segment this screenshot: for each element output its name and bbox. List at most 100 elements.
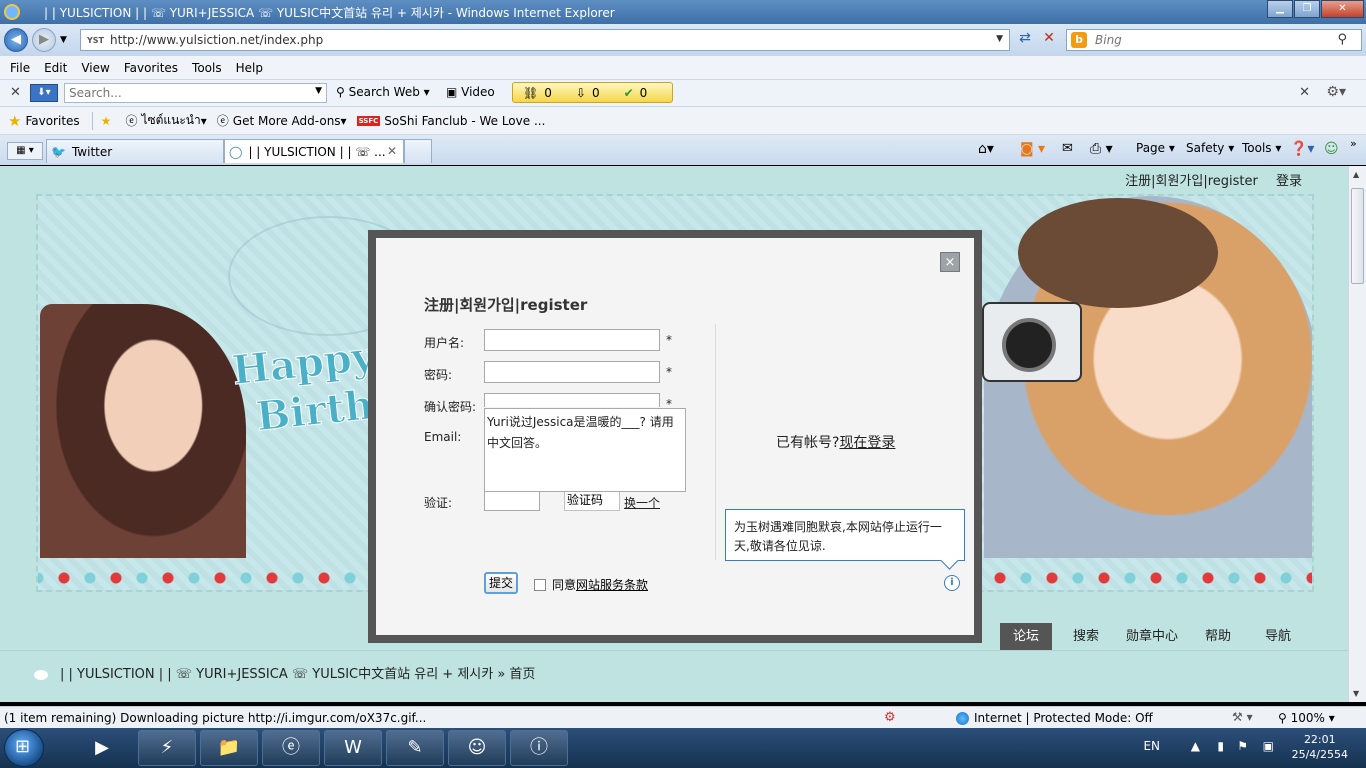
- mail-icon[interactable]: ✉: [1062, 141, 1073, 156]
- info-app-icon[interactable]: ⓘ: [510, 730, 568, 766]
- password-field[interactable]: [484, 361, 660, 383]
- login-link[interactable]: 登录: [1276, 174, 1302, 189]
- home-cloud-icon[interactable]: [34, 669, 48, 680]
- fav-item-soshi[interactable]: SSFC SoShi Fanclub - We Love ...: [356, 114, 545, 128]
- nav-help[interactable]: 帮助: [1192, 623, 1244, 650]
- minimize-button[interactable]: ▁: [1267, 0, 1293, 18]
- zoom-label: 100%: [1290, 711, 1325, 725]
- feeds-icon[interactable]: ◙ ▾: [1020, 141, 1045, 157]
- messenger-icon[interactable]: ☺: [1324, 141, 1339, 157]
- stop-button[interactable]: ✕: [1038, 30, 1060, 50]
- info-icon[interactable]: i: [944, 575, 960, 591]
- network-icon[interactable]: ▣: [1263, 739, 1274, 753]
- search-box[interactable]: b ⚲: [1066, 29, 1362, 51]
- page-scrollbar[interactable]: ▲ ▼: [1348, 166, 1366, 702]
- search-icon[interactable]: ⚲: [1337, 32, 1347, 47]
- terms-link[interactable]: 网站服务条款: [576, 576, 648, 593]
- fav-item-suggested[interactable]: ⓔ ไซต์แนะนำ ▾: [125, 111, 206, 130]
- breadcrumb-text[interactable]: | | YULSICTION | | ☏ YURI+JESSICA ☏ YULS…: [60, 667, 535, 682]
- menu-file[interactable]: File: [10, 61, 30, 75]
- tab-yulsiction[interactable]: ◯ | | YULSICTION | | ☏ ... ✕: [224, 139, 404, 163]
- clock[interactable]: 22:01 25/4/2554: [1292, 732, 1348, 762]
- users-icon[interactable]: ☺: [448, 730, 506, 766]
- toolbar-search-input[interactable]: [69, 86, 304, 100]
- bing-search-input[interactable]: [1095, 33, 1315, 47]
- scroll-down-icon[interactable]: ▼: [1353, 689, 1359, 698]
- security-zone[interactable]: Internet | Protected Mode: Off: [956, 711, 1153, 725]
- page-menu-button[interactable]: Page ▾: [1136, 141, 1175, 155]
- new-tab-button[interactable]: [404, 139, 432, 163]
- nav-forum[interactable]: 论坛: [1000, 623, 1052, 650]
- internet-explorer-icon[interactable]: ⓔ: [262, 730, 320, 766]
- word-icon[interactable]: W: [324, 730, 382, 766]
- submit-button[interactable]: 提交: [484, 572, 518, 594]
- password-input[interactable]: [485, 362, 659, 382]
- chevron-more-icon[interactable]: »: [1350, 137, 1357, 150]
- device-icon[interactable]: ▮: [1217, 739, 1224, 753]
- download-icon[interactable]: ⬇▾: [30, 84, 58, 102]
- toolbar-options-icon[interactable]: ⚙▾: [1326, 84, 1346, 100]
- close-toolbar-right-icon[interactable]: ✕: [1299, 85, 1310, 100]
- counter-checks[interactable]: ✔ 0: [624, 86, 648, 100]
- agree-checkbox[interactable]: [534, 578, 546, 591]
- scroll-thumb[interactable]: [1351, 188, 1364, 284]
- media-player-icon[interactable]: ▶: [72, 730, 132, 766]
- forward-button[interactable]: ▶: [32, 28, 56, 52]
- tools-menu-button[interactable]: Tools ▾: [1242, 141, 1281, 155]
- quick-tabs-button[interactable]: ▦ ▾: [7, 142, 43, 160]
- menu-help[interactable]: Help: [236, 61, 263, 75]
- winamp-task-icon[interactable]: ⚡: [138, 730, 196, 766]
- url-text[interactable]: http://www.yulsiction.net/index.php: [110, 33, 323, 47]
- close-window-button[interactable]: ✕: [1321, 0, 1364, 18]
- close-tab-icon[interactable]: ✕: [387, 144, 397, 158]
- confirm-password-input[interactable]: [485, 394, 659, 407]
- notes-icon[interactable]: ✎: [386, 730, 444, 766]
- explorer-folder-icon[interactable]: 📁: [200, 730, 258, 766]
- nav-search[interactable]: 搜索: [1060, 623, 1112, 650]
- zoom-control[interactable]: ⚲ 100% ▾: [1278, 711, 1335, 725]
- address-dropdown-icon[interactable]: ▼: [996, 34, 1003, 44]
- help-icon[interactable]: ❓▾: [1290, 141, 1314, 157]
- favorites-label[interactable]: Favorites: [25, 114, 79, 128]
- favorites-star-icon[interactable]: ★: [8, 112, 21, 130]
- username-input[interactable]: [485, 330, 659, 350]
- video-button[interactable]: ▣ Video: [446, 85, 495, 99]
- scroll-up-icon[interactable]: ▲: [1353, 170, 1359, 179]
- username-field[interactable]: [484, 329, 660, 351]
- search-web-button[interactable]: ⚲ Search Web ▾: [336, 85, 430, 99]
- maximize-button[interactable]: ❐: [1294, 0, 1320, 18]
- counter-links[interactable]: ⛓ 0: [523, 86, 552, 100]
- tab-twitter[interactable]: 🐦 Twitter: [46, 139, 224, 163]
- close-dialog-button[interactable]: ×: [940, 252, 960, 272]
- start-button[interactable]: [4, 729, 44, 767]
- toolbar-search[interactable]: ▼: [64, 83, 327, 103]
- back-button[interactable]: ◀: [4, 28, 28, 52]
- nav-medals[interactable]: 勋章中心: [1120, 623, 1184, 650]
- recent-pages-dropdown[interactable]: ▼: [60, 35, 67, 45]
- captcha-input[interactable]: [484, 489, 540, 511]
- nav-navigation[interactable]: 导航: [1252, 623, 1304, 650]
- address-bar[interactable]: YST http://www.yulsiction.net/index.php …: [80, 29, 1010, 51]
- safety-menu-button[interactable]: Safety ▾: [1186, 141, 1234, 155]
- show-hidden-icons-icon[interactable]: ▲: [1191, 739, 1200, 753]
- fav-item-addons[interactable]: ⓔ Get More Add-ons ▾: [217, 112, 347, 129]
- language-indicator[interactable]: EN: [1143, 739, 1160, 753]
- popup-blocker-icon[interactable]: ⚙: [884, 710, 896, 725]
- toolbar-search-dropdown-icon[interactable]: ▼: [315, 86, 322, 96]
- counter-downloads[interactable]: ⇩ 0: [576, 86, 600, 100]
- menu-view[interactable]: View: [81, 61, 109, 75]
- menu-tools[interactable]: Tools: [192, 61, 222, 75]
- register-link[interactable]: 注册|회원가입|register: [1125, 174, 1258, 189]
- protected-mode-icon[interactable]: ⚒ ▾: [1232, 710, 1253, 724]
- add-favorites-button[interactable]: ★: [101, 114, 116, 128]
- close-toolbar-icon[interactable]: ✕: [10, 85, 21, 100]
- menu-edit[interactable]: Edit: [44, 61, 67, 75]
- refresh-button[interactable]: ⇄: [1014, 30, 1036, 50]
- confirm-password-field[interactable]: [484, 393, 660, 407]
- action-center-flag-icon[interactable]: ⚑: [1237, 739, 1248, 753]
- menu-favorites[interactable]: Favorites: [124, 61, 178, 75]
- home-icon[interactable]: ⌂▾: [978, 141, 994, 157]
- print-icon[interactable]: ⎙ ▾: [1090, 141, 1113, 157]
- login-now-link[interactable]: 现在登录: [839, 435, 895, 451]
- change-captcha-link[interactable]: 换一个: [624, 494, 660, 511]
